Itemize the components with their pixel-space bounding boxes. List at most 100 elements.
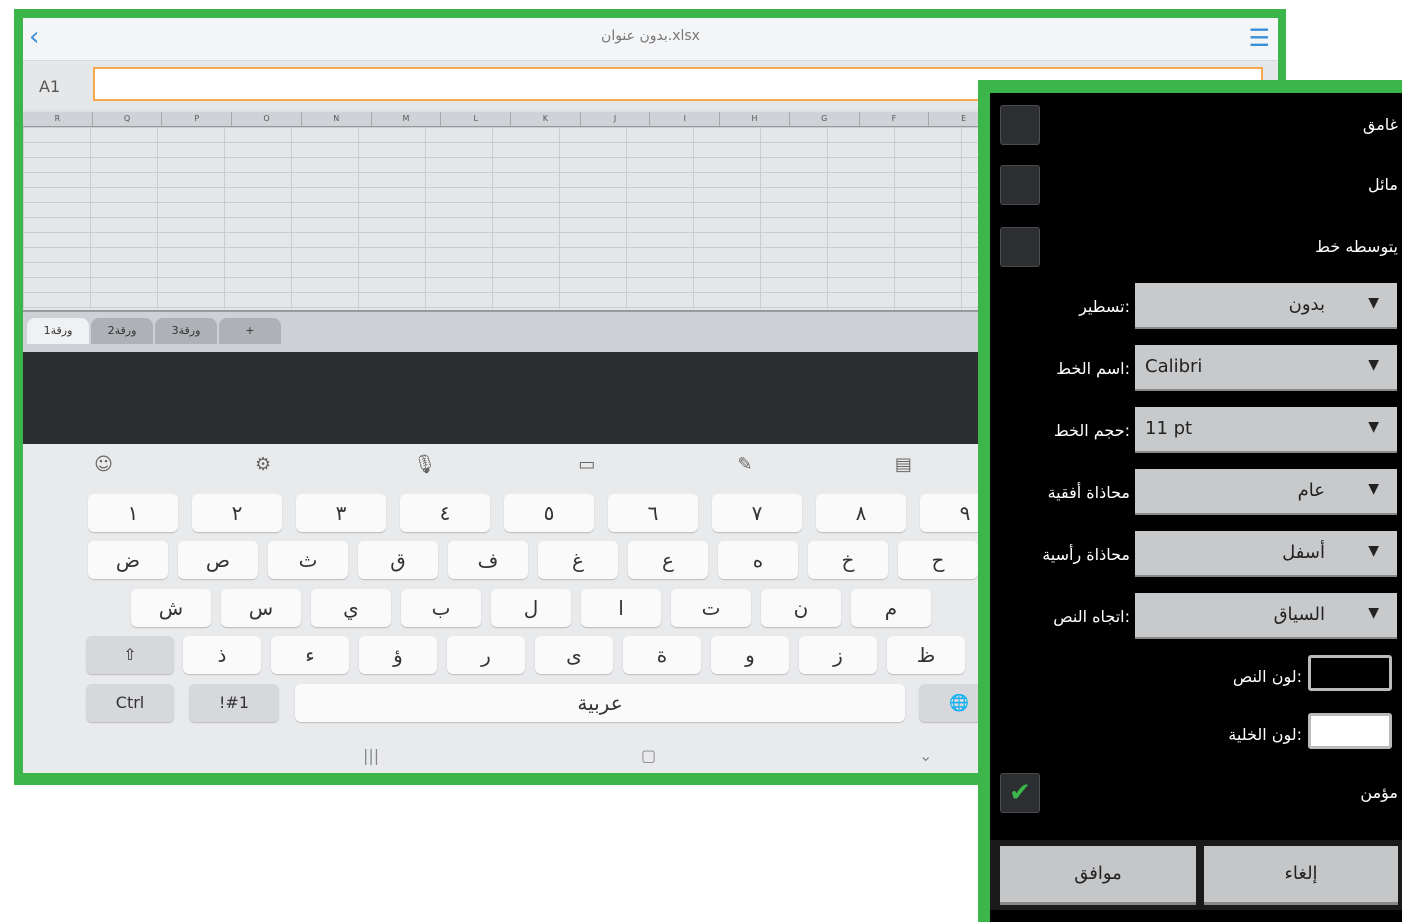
mic-icon[interactable]: 🎙 (413, 454, 436, 475)
vertical-align-select[interactable]: أسفل ▼ (1135, 531, 1397, 577)
underline-label: تسطير: (1079, 297, 1130, 316)
number-key[interactable]: ٨ (816, 494, 906, 532)
number-key[interactable]: ٣ (296, 494, 386, 532)
settings-icon[interactable]: ⚙ (255, 454, 271, 475)
letter-key[interactable]: خ (808, 541, 888, 579)
letter-key[interactable]: ق (358, 541, 438, 579)
letter-key[interactable]: ش (131, 589, 211, 627)
letter-key[interactable]: ح (898, 541, 978, 579)
column-header[interactable]: J (581, 112, 651, 126)
dialog-button-bar: موافق إلغاء (990, 840, 1402, 910)
cancel-button[interactable]: إلغاء (1204, 846, 1398, 905)
horizontal-align-select[interactable]: عام ▼ (1135, 469, 1397, 515)
sheet-tab-2[interactable]: ورقة2 (91, 318, 153, 344)
letter-key[interactable]: ء (271, 636, 349, 674)
font-name-label: اسم الخط: (1056, 359, 1130, 378)
letter-key[interactable]: ى (535, 636, 613, 674)
italic-checkbox[interactable] (1000, 165, 1040, 205)
column-header[interactable]: K (511, 112, 581, 126)
column-header[interactable]: G (790, 112, 860, 126)
text-direction-select[interactable]: السياق ▼ (1135, 593, 1397, 639)
letter-key[interactable]: ا (581, 589, 661, 627)
letter-key[interactable]: ؤ (359, 636, 437, 674)
column-header[interactable]: R (23, 112, 93, 126)
shift-key[interactable]: ⇧ (86, 636, 174, 674)
letter-key[interactable]: ذ (183, 636, 261, 674)
underline-select[interactable]: بدون ▼ (1135, 283, 1397, 329)
letter-key[interactable]: غ (538, 541, 618, 579)
space-key[interactable]: عربية (295, 684, 905, 722)
column-header[interactable]: I (650, 112, 721, 126)
italic-label: مائل (1367, 175, 1398, 194)
font-name-value: Calibri (1145, 356, 1203, 377)
letter-key[interactable]: ظ (887, 636, 965, 674)
column-header[interactable]: N (302, 112, 372, 126)
letter-key[interactable]: ل (491, 589, 571, 627)
letter-key[interactable]: ة (623, 636, 701, 674)
letter-key[interactable]: ب (401, 589, 481, 627)
column-header[interactable]: P (162, 112, 233, 126)
keyboard-layout-icon[interactable]: ▤ (895, 454, 912, 475)
letter-key[interactable]: ن (761, 589, 841, 627)
cell-reference: A1 (39, 77, 61, 96)
strikethrough-checkbox[interactable] (1000, 227, 1040, 267)
cell-color-swatch[interactable] (1308, 713, 1392, 749)
letter-key[interactable]: ع (628, 541, 708, 579)
font-size-select[interactable]: 11 pt ▼ (1135, 407, 1397, 453)
strikethrough-label: يتوسطه خط (1315, 237, 1398, 256)
keyboard-toolbar: ☺ ⚙ 🎙 ▭ ✎ ▤ (23, 444, 983, 484)
column-header[interactable]: F (860, 112, 930, 126)
number-key[interactable]: ٥ (504, 494, 594, 532)
letter-key[interactable]: ث (268, 541, 348, 579)
column-header[interactable]: O (232, 112, 302, 126)
sheet-tab-1[interactable]: ورقة1 (27, 318, 89, 344)
letter-key[interactable]: ه (718, 541, 798, 579)
column-header[interactable]: H (720, 112, 790, 126)
format-cells-dialog: غامق مائل يتوسطه خط تسطير: بدون ▼ اسم ال… (990, 93, 1402, 922)
letter-key[interactable]: س (221, 589, 301, 627)
number-key[interactable]: ٤ (400, 494, 490, 532)
clipboard-icon[interactable]: ▭ (578, 454, 595, 475)
vertical-align-label: محاذاة رأسية (1042, 545, 1130, 564)
recent-apps-icon[interactable]: ||| (363, 746, 379, 765)
number-key[interactable]: ٧ (712, 494, 802, 532)
letter-key[interactable]: ض (88, 541, 168, 579)
text-color-swatch[interactable] (1308, 655, 1392, 691)
checkmark-icon: ✔ (1009, 778, 1031, 808)
bold-checkbox[interactable] (1000, 105, 1040, 145)
emoji-icon[interactable]: ☺ (94, 454, 113, 475)
add-sheet-button[interactable]: + (219, 318, 281, 344)
number-key[interactable]: ٢ (192, 494, 282, 532)
column-header[interactable]: M (372, 112, 442, 126)
dropdown-arrow-icon: ▼ (1368, 543, 1379, 559)
bold-label: غامق (1362, 115, 1398, 134)
font-name-select[interactable]: Calibri ▼ (1135, 345, 1397, 391)
column-header[interactable]: L (441, 112, 512, 126)
number-key[interactable]: ١ (88, 494, 178, 532)
letter-key[interactable]: و (711, 636, 789, 674)
protected-checkbox[interactable]: ✔ (1000, 773, 1040, 813)
dropdown-arrow-icon: ▼ (1368, 481, 1379, 497)
column-header[interactable]: Q (93, 112, 163, 126)
letter-key[interactable]: م (851, 589, 931, 627)
letter-key[interactable]: ي (311, 589, 391, 627)
hide-keyboard-icon[interactable]: ⌄ (919, 746, 932, 765)
symbols-key[interactable]: !#1 (189, 684, 279, 722)
letter-key[interactable]: ص (178, 541, 258, 579)
letter-key[interactable]: ز (799, 636, 877, 674)
text-color-label: لون النص: (1232, 667, 1302, 686)
protected-label: مؤمن (1360, 783, 1398, 802)
number-key[interactable]: ٦ (608, 494, 698, 532)
letter-key[interactable]: ت (671, 589, 751, 627)
handwriting-icon[interactable]: ✎ (738, 454, 753, 475)
home-icon[interactable]: ▢ (641, 746, 656, 765)
horizontal-align-label: محاذاة أفقية (1047, 483, 1130, 502)
letter-key[interactable]: ر (447, 636, 525, 674)
dropdown-arrow-icon: ▼ (1368, 357, 1379, 373)
ctrl-key[interactable]: Ctrl (86, 684, 174, 722)
ok-button[interactable]: موافق (1000, 846, 1196, 905)
hamburger-menu-icon[interactable]: ☰ (1248, 24, 1270, 52)
letter-key[interactable]: ف (448, 541, 528, 579)
sheet-tab-3[interactable]: ورقة3 (155, 318, 217, 344)
cell-color-label: لون الخلية: (1228, 725, 1302, 744)
